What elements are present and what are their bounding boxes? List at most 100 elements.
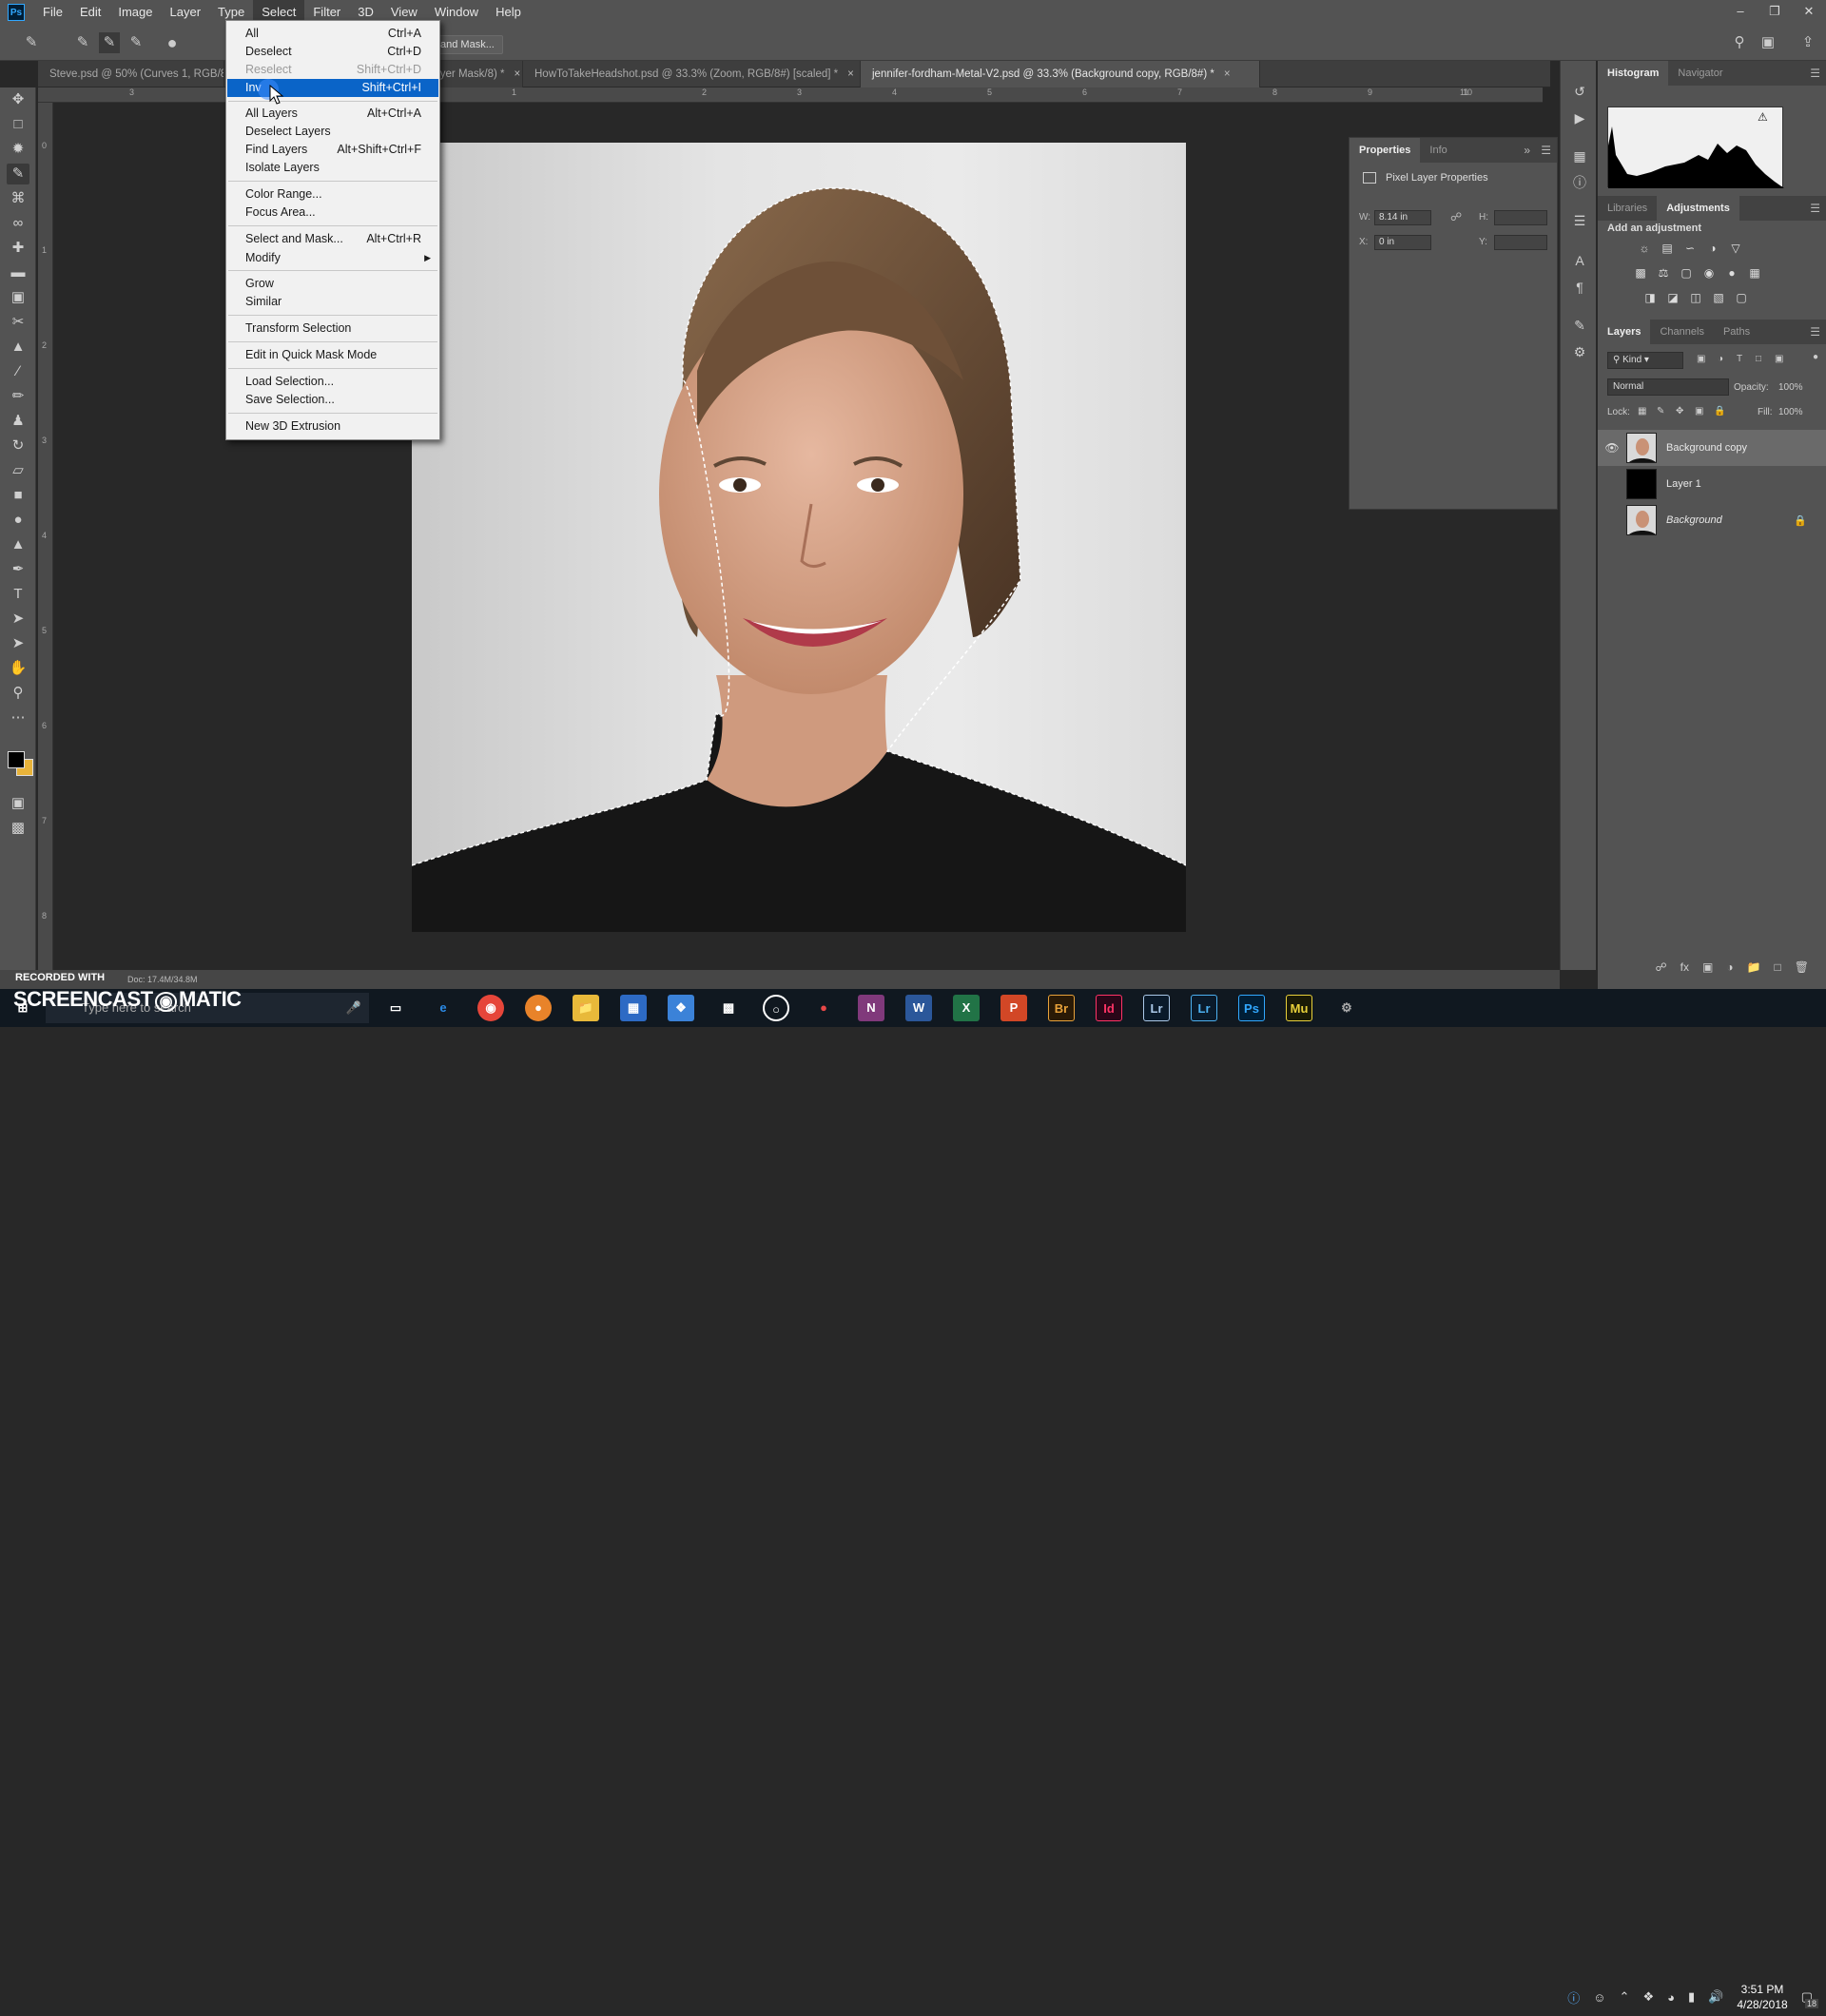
collapse-panel-icon[interactable]: » — [1524, 144, 1530, 157]
crop-tool-icon[interactable]: ⌘ — [7, 188, 29, 209]
tab-jennifer-fordham[interactable]: jennifer-fordham-Metal-V2.psd @ 33.3% (B… — [861, 61, 1260, 87]
scissors-tool-icon[interactable]: ✂ — [7, 312, 29, 333]
panel-menu-icon[interactable]: ☰ — [1810, 67, 1820, 80]
layer-comps-icon[interactable]: ☰ — [1570, 211, 1589, 230]
wifi-icon[interactable]: ◕ — [1667, 1990, 1675, 2005]
workspace-icon[interactable]: ▣ — [1758, 32, 1778, 53]
menu-item-focus-area[interactable]: Focus Area... — [227, 204, 438, 222]
file-explorer-icon[interactable]: 📁 — [573, 995, 599, 1021]
zoom-tool-icon[interactable]: ⚲ — [7, 683, 29, 704]
minimize-icon[interactable]: – — [1723, 0, 1758, 25]
tab-adjustments[interactable]: Adjustments — [1657, 196, 1739, 221]
hue-saturation-icon[interactable]: ▩ — [1632, 264, 1649, 281]
vibrance-icon[interactable]: ▽ — [1727, 240, 1744, 257]
black-white-icon[interactable]: ▢ — [1678, 264, 1695, 281]
tab-channels[interactable]: Channels — [1650, 320, 1713, 344]
menu-item-color-range[interactable]: Color Range... — [227, 185, 438, 204]
menu-layer[interactable]: Layer — [162, 0, 210, 25]
store-icon[interactable]: ▦ — [620, 995, 647, 1021]
word-icon[interactable]: W — [905, 995, 932, 1021]
firefox-icon[interactable]: ● — [525, 995, 552, 1021]
subtract-from-selection-icon[interactable]: ✎ — [126, 32, 146, 53]
channel-mixer-icon[interactable]: ● — [1723, 264, 1740, 281]
battery-icon[interactable]: ▮ — [1688, 1989, 1695, 2005]
more-tools-icon[interactable]: ⋯ — [7, 708, 29, 728]
share-icon[interactable]: ⇪ — [1797, 32, 1818, 53]
layer-lock-icon[interactable]: 🔒 — [1794, 514, 1807, 527]
direct-selection-tool-icon[interactable]: ➤ — [7, 633, 29, 654]
color-lookup-icon[interactable]: ▦ — [1746, 264, 1763, 281]
chrome-icon[interactable]: ◉ — [477, 995, 504, 1021]
menu-item-transform-selection[interactable]: Transform Selection — [227, 320, 438, 338]
bridge-icon[interactable]: Br — [1048, 995, 1075, 1021]
frame-tool-icon[interactable]: ▣ — [7, 287, 29, 308]
x-field[interactable]: 0 in — [1374, 235, 1431, 250]
menu-item-new-3d-extrusion[interactable]: New 3D Extrusion — [227, 417, 438, 436]
tab-properties[interactable]: Properties — [1350, 138, 1421, 163]
curves-icon[interactable]: ∽ — [1681, 240, 1699, 257]
microphone-icon[interactable]: 🎤 — [340, 995, 367, 1021]
link-dimensions-icon[interactable]: ☍ — [1450, 210, 1462, 223]
restore-icon[interactable]: ❐ — [1758, 0, 1792, 25]
fill-value[interactable]: 100% — [1778, 407, 1803, 417]
ruler-tool-icon[interactable]: ▬ — [7, 262, 29, 283]
threshold-icon[interactable]: ◫ — [1687, 289, 1704, 306]
lock-transparent-icon[interactable]: ▦ — [1638, 406, 1646, 417]
marquee-tool-icon[interactable]: □ — [7, 114, 29, 135]
tab-navigator[interactable]: Navigator — [1668, 61, 1732, 86]
menu-image[interactable]: Image — [109, 0, 161, 25]
photo-filter-icon[interactable]: ◉ — [1700, 264, 1718, 281]
menu-item-grow[interactable]: Grow — [227, 275, 438, 293]
panel-menu-icon[interactable]: ☰ — [1810, 325, 1820, 339]
type-tool-icon[interactable]: T — [7, 584, 29, 605]
width-field[interactable]: 8.14 in — [1374, 210, 1431, 225]
histogram-warning-icon[interactable]: ⚠ — [1758, 110, 1768, 124]
history-brush-tool-icon[interactable]: ↻ — [7, 436, 29, 456]
healing-brush-tool-icon[interactable]: ✚ — [7, 238, 29, 259]
close-icon[interactable]: ✕ — [1792, 0, 1826, 25]
menu-item-select-and-mask[interactable]: Select and Mask... Alt+Ctrl+R — [227, 230, 438, 248]
eyedropper-tool-icon[interactable]: ∞ — [7, 213, 29, 234]
muse-icon[interactable]: Mu — [1286, 995, 1312, 1021]
brightness-contrast-icon[interactable]: ☼ — [1636, 240, 1653, 257]
selective-color-icon[interactable]: ▢ — [1733, 289, 1750, 306]
line-tool-icon[interactable]: ∕ — [7, 361, 29, 382]
actions-play-icon[interactable]: ▶ — [1570, 108, 1589, 127]
menu-item-all-layers[interactable]: All Layers Alt+Ctrl+A — [227, 105, 438, 123]
excel-icon[interactable]: X — [953, 995, 980, 1021]
select-and-mask-button[interactable]: and Mask... — [432, 35, 503, 54]
quick-selection-tool-icon[interactable]: ✎ — [7, 164, 29, 184]
photoshop-taskbar-icon[interactable]: Ps — [1238, 995, 1265, 1021]
clone-stamp-tool-icon[interactable]: ♟ — [7, 411, 29, 432]
dropbox-tray-icon[interactable]: ❖ — [1642, 1989, 1654, 2005]
lock-position-icon[interactable]: ✥ — [1676, 406, 1683, 417]
edge-browser-icon[interactable]: e — [430, 995, 456, 1021]
exposure-icon[interactable]: ◑ — [1704, 240, 1721, 257]
people-icon[interactable]: ☺ — [1593, 1990, 1605, 2005]
menu-item-all[interactable]: All Ctrl+A — [227, 25, 438, 43]
notifications-icon[interactable]: ▢ 18 — [1801, 1989, 1818, 2008]
layer-row-layer-1[interactable]: Layer 1 — [1598, 466, 1826, 502]
onenote-icon[interactable]: N — [858, 995, 884, 1021]
menu-item-find-layers[interactable]: Find Layers Alt+Shift+Ctrl+F — [227, 141, 438, 159]
screen-mode-icon[interactable]: ▩ — [7, 818, 29, 839]
filter-pixel-icon[interactable]: ▣ — [1697, 354, 1705, 364]
menu-item-deselect-layers[interactable]: Deselect Layers — [227, 123, 438, 141]
volume-icon[interactable]: 🔊 — [1708, 1989, 1723, 2005]
filter-shape-icon[interactable]: □ — [1756, 354, 1761, 364]
search-icon[interactable]: ⚲ — [1729, 32, 1750, 53]
close-tab-icon[interactable]: × — [847, 68, 854, 80]
quick-select-tool-preset-icon[interactable]: ✎ — [21, 32, 42, 53]
foreground-color-swatch-front[interactable] — [8, 751, 25, 768]
delete-layer-icon[interactable]: 🗑 — [1795, 960, 1809, 983]
tab-headshot[interactable]: HowToTakeHeadshot.psd @ 33.3% (Zoom, RGB… — [523, 61, 861, 87]
brush-settings-icon[interactable]: ⚙ — [1570, 342, 1589, 361]
add-to-selection-icon[interactable]: ✎ — [99, 32, 120, 53]
menu-item-quick-mask[interactable]: Edit in Quick Mask Mode — [227, 346, 438, 364]
filter-smart-object-icon[interactable]: ▣ — [1775, 354, 1783, 364]
document-canvas-image[interactable] — [412, 143, 1186, 932]
y-field[interactable] — [1494, 235, 1547, 250]
height-field[interactable] — [1494, 210, 1547, 225]
blend-mode-select[interactable]: Normal — [1607, 378, 1729, 396]
layer-row-background[interactable]: Background 🔒 — [1598, 502, 1826, 538]
